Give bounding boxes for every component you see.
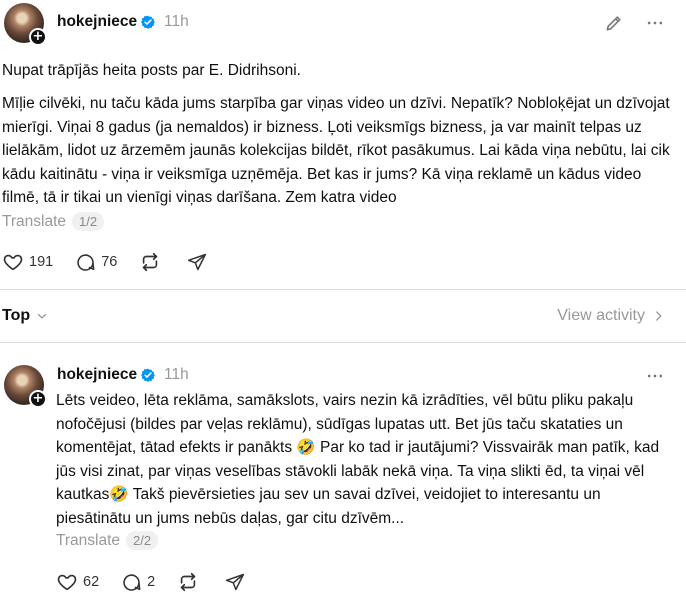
share-icon [188,253,207,271]
share-button[interactable] [187,252,207,272]
heart-icon [57,574,77,591]
heart-icon [3,254,23,271]
comment-button[interactable]: 2 [121,572,155,593]
more-icon[interactable] [643,11,667,35]
translate-label[interactable]: Translate [2,213,66,231]
repost-icon [180,572,196,592]
verified-icon [141,368,155,382]
comment-icon [77,253,95,271]
sort-label[interactable]: Top [2,307,30,325]
share-icon [226,573,245,591]
reply-username[interactable]: hokejniece [57,366,137,384]
reply-time: 11h [164,366,189,383]
comment-count: 2 [147,574,156,590]
repost-button[interactable] [139,251,161,273]
reply-actions: 62 2 [56,570,245,594]
divider [0,342,686,343]
repost-icon [143,252,158,272]
like-count: 191 [29,254,54,270]
comment-count: 76 [101,254,118,270]
verified-icon [141,15,155,29]
post-paragraph-2: Mīļie cilvēki, nu taču kāda jums starpīb… [2,95,670,206]
translate-link[interactable]: Translate 1/2 [2,212,105,231]
like-button[interactable]: 62 [56,571,99,593]
reply-text: Lēts veideo, lēta reklāma, samākslots, v… [56,392,660,527]
translate-link[interactable]: Translate 2/2 [56,531,159,550]
reply-avatar[interactable]: + [4,365,47,408]
thread-pager-badge: 2/2 [126,531,159,550]
repost-button[interactable] [177,571,199,593]
post-actions: 191 76 [2,250,207,274]
chevron-down-icon [38,313,47,319]
like-count: 62 [83,574,100,590]
like-button[interactable]: 191 [2,251,53,273]
share-button[interactable] [225,572,245,592]
post-time: 11h [164,13,189,30]
view-activity-link[interactable]: View activity [557,307,664,325]
post-paragraph-1: Nupat trāpījās heita posts par E. Didrih… [2,62,301,79]
sort-dropdown[interactable]: Top [2,307,48,325]
view-activity-label[interactable]: View activity [557,307,645,325]
divider [0,289,686,290]
post-username[interactable]: hokejniece [57,13,137,31]
follow-plus-icon[interactable]: + [29,28,47,46]
comment-button[interactable]: 76 [75,252,117,273]
avatar[interactable]: + [4,3,47,46]
chevron-right-icon [656,311,662,321]
comment-icon [123,573,141,591]
pencil-icon[interactable] [602,11,626,35]
follow-plus-icon[interactable]: + [29,390,47,408]
more-icon[interactable] [643,364,667,388]
thread-pager-badge: 1/2 [72,212,105,231]
translate-label[interactable]: Translate [56,532,120,550]
